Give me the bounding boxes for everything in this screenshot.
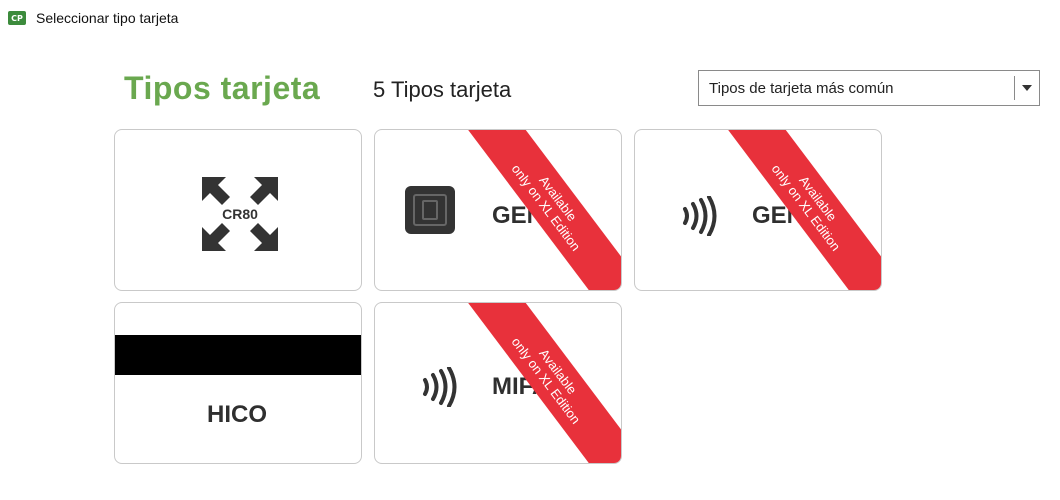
cr80-icon-text: CR80 (222, 206, 258, 222)
card-type-cr80[interactable]: CR80 (114, 129, 362, 291)
app-logo-icon: CP (8, 11, 26, 25)
cr80-size-icon: CR80 (202, 177, 278, 251)
card-type-contactless[interactable]: GENE Available only on XL Edition (634, 129, 882, 291)
contactless-icon (683, 196, 717, 236)
card-type-filter-dropdown[interactable]: Tipos de tarjeta más común (698, 70, 1040, 106)
contactless-icon (423, 367, 457, 407)
window-titlebar: CP Seleccionar tipo tarjeta (8, 8, 178, 28)
ribbon-line-2: only on XL Edition (768, 161, 844, 254)
chevron-down-icon[interactable] (1015, 71, 1039, 105)
magnetic-stripe-icon (115, 335, 361, 375)
ribbon-line-2: only on XL Edition (508, 161, 584, 254)
window-title: Seleccionar tipo tarjeta (36, 10, 179, 26)
card-type-contact-chip[interactable]: GENE Available only on XL Edition (374, 129, 622, 291)
xl-edition-ribbon: Available only on XL Edition (459, 130, 621, 290)
ribbon-line-2: only on XL Edition (508, 334, 584, 427)
card-type-hico[interactable]: HICO (114, 302, 362, 464)
contact-chip-icon (405, 186, 455, 234)
xl-edition-ribbon: Available only on XL Edition (719, 130, 881, 290)
card-type-count: 5 Tipos tarjeta (373, 77, 512, 102)
dropdown-selected-value: Tipos de tarjeta más común (709, 79, 894, 97)
card-label: HICO (207, 401, 267, 428)
card-type-mifare[interactable]: MIFA Available only on XL Edition (374, 302, 622, 464)
page-title: Tipos tarjeta (124, 70, 321, 106)
xl-edition-ribbon: Available only on XL Edition (459, 303, 621, 463)
